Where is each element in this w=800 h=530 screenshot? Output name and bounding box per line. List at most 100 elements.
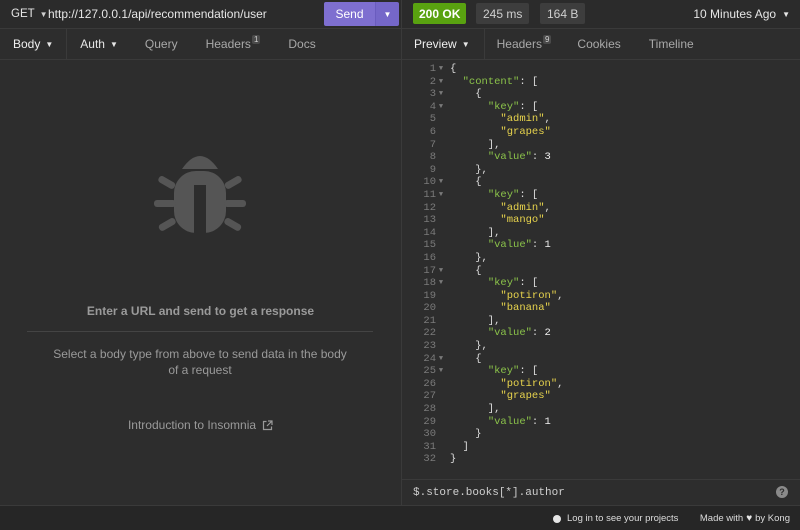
caret-down-icon: ▼ <box>461 39 470 49</box>
code-line: 26 "potiron", <box>402 378 800 391</box>
tab-query[interactable]: Query <box>131 29 192 59</box>
history-label: 10 Minutes Ago <box>693 7 777 21</box>
json-key: "key" <box>487 188 520 201</box>
json-punctuation: ], <box>450 403 501 416</box>
code-line: 13 "mango" <box>402 214 800 227</box>
fold-toggle-icon[interactable]: ▼ <box>436 76 446 89</box>
intro-link[interactable]: Introduction to Insomnia <box>0 418 401 432</box>
send-button[interactable]: Send <box>324 2 375 26</box>
code-text: "admin", <box>446 201 551 215</box>
code-text: "key": [ <box>446 277 538 290</box>
tab-response-headers[interactable]: Headers 9 <box>485 29 564 59</box>
code-text: "value": 2 <box>446 327 551 340</box>
json-key: "value" <box>487 151 532 164</box>
fold-toggle-icon[interactable]: ▼ <box>436 365 446 378</box>
code-line: 22 "value": 2 <box>402 327 800 340</box>
json-punctuation: { <box>450 63 457 75</box>
response-tabs: Preview ▼ Headers 9 Cookies Timeline <box>402 29 800 60</box>
json-string: "mango" <box>500 214 545 227</box>
line-number: 5 <box>429 113 436 126</box>
fold-toggle-icon[interactable]: ▼ <box>436 101 446 114</box>
tab-headers[interactable]: Headers 1 <box>192 29 275 59</box>
line-number: 26 <box>423 377 436 390</box>
json-punctuation: : [ <box>519 365 539 378</box>
fold-gutter <box>436 290 446 303</box>
fold-toggle-icon[interactable]: ▼ <box>436 63 446 76</box>
heart-icon: ♥ <box>746 513 753 524</box>
json-string: "potiron" <box>500 289 558 302</box>
url-input[interactable]: http://127.0.0.1/api/recommendation/user <box>48 7 324 21</box>
json-punctuation: , <box>544 201 551 214</box>
fold-gutter <box>436 315 446 328</box>
code-text: { <box>446 88 481 101</box>
tab-timeline[interactable]: Timeline <box>635 29 708 59</box>
send-options-button[interactable]: ▼ <box>375 2 399 26</box>
code-line: 29 "value": 1 <box>402 416 800 429</box>
response-history-dropdown[interactable]: 10 Minutes Ago ▼ <box>693 7 790 21</box>
code-text: { <box>446 176 481 189</box>
json-punctuation: ], <box>450 226 501 239</box>
json-punctuation <box>450 214 500 226</box>
code-text: }, <box>446 164 488 177</box>
tab-docs[interactable]: Docs <box>274 29 329 59</box>
line-number: 8 <box>429 151 436 164</box>
fold-toggle-icon[interactable]: ▼ <box>436 353 446 366</box>
json-punctuation <box>450 113 500 125</box>
tab-cookies[interactable]: Cookies <box>563 29 634 59</box>
fold-toggle-icon[interactable]: ▼ <box>436 277 446 290</box>
code-line: 24 ▼ { <box>402 353 800 366</box>
request-bar: GET ▼ http://127.0.0.1/api/recommendatio… <box>0 0 800 29</box>
method-label: GET <box>11 8 35 20</box>
fold-toggle-icon[interactable]: ▼ <box>436 176 446 189</box>
fold-gutter <box>436 453 446 466</box>
code-text: } <box>446 453 456 466</box>
line-number: 25 <box>423 365 436 378</box>
json-punctuation <box>450 390 500 402</box>
fold-gutter <box>436 214 446 227</box>
tab-body[interactable]: Body ▼ <box>0 29 67 59</box>
code-line: 30 } <box>402 428 800 441</box>
json-punctuation: } <box>450 453 457 466</box>
external-link-icon <box>262 419 273 430</box>
code-line: 31 ] <box>402 441 800 454</box>
code-line: 27 "grapes" <box>402 390 800 403</box>
json-punctuation: : <box>531 151 545 164</box>
code-text: "value": 1 <box>446 416 551 429</box>
json-string: "admin" <box>500 201 545 214</box>
fold-gutter <box>436 164 446 177</box>
json-key: "value" <box>487 415 532 428</box>
code-text: { <box>446 63 456 76</box>
tab-response-headers-label: Headers <box>496 37 542 51</box>
json-punctuation: : [ <box>519 277 539 290</box>
fold-gutter <box>436 126 446 139</box>
json-punctuation <box>450 202 500 214</box>
json-key: "key" <box>487 365 520 378</box>
fold-toggle-icon[interactable]: ▼ <box>436 88 446 101</box>
code-text: "potiron", <box>446 378 563 391</box>
json-punctuation: }, <box>450 251 488 264</box>
response-filter-input[interactable] <box>402 486 752 499</box>
json-string: "potiron" <box>500 377 558 390</box>
json-punctuation <box>450 239 488 251</box>
headers-count-badge: 9 <box>542 34 552 44</box>
filter-help-icon[interactable]: ? <box>776 486 788 498</box>
code-line: 7 ], <box>402 139 800 152</box>
code-text: }, <box>446 252 488 265</box>
response-preview[interactable]: 1 ▼{2 ▼ "content": [3 ▼ {4 ▼ "key": [5 "admi… <box>402 61 800 479</box>
code-line: 15 "value": 1 <box>402 239 800 252</box>
json-key: "value" <box>487 327 532 340</box>
json-punctuation: }, <box>450 163 488 176</box>
code-line: 17 ▼ { <box>402 265 800 278</box>
method-selector[interactable]: GET ▼ <box>0 8 48 20</box>
json-punctuation: { <box>450 352 482 365</box>
line-number: 1 <box>429 63 436 75</box>
fold-gutter <box>436 227 446 240</box>
fold-toggle-icon[interactable]: ▼ <box>436 265 446 278</box>
login-link[interactable]: Log in to see your projects <box>553 513 678 524</box>
json-punctuation <box>450 277 488 289</box>
fold-toggle-icon[interactable]: ▼ <box>436 189 446 202</box>
tab-auth[interactable]: Auth ▼ <box>67 29 131 59</box>
json-punctuation <box>450 327 488 339</box>
json-punctuation: } <box>450 428 482 441</box>
tab-preview[interactable]: Preview ▼ <box>402 29 484 59</box>
